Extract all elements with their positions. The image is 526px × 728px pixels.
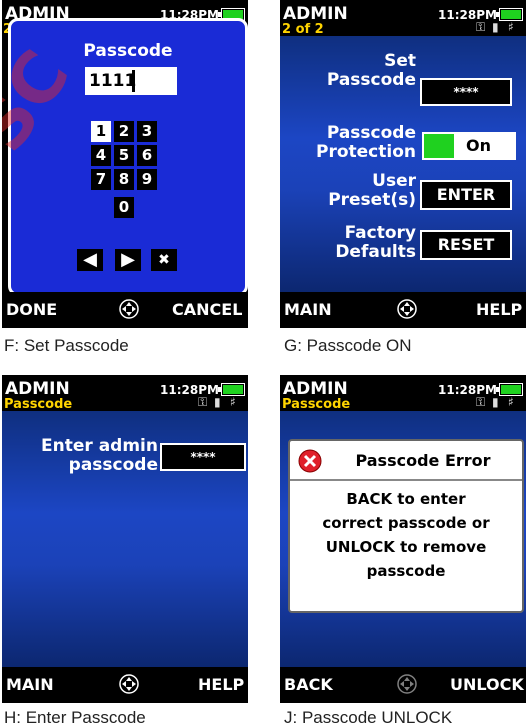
key-8[interactable]: 8 — [114, 169, 134, 190]
caption-g: G: Passcode ON — [284, 336, 412, 355]
app-title: ADMIN — [5, 379, 70, 399]
passcode-entry-field[interactable]: 1111 — [85, 67, 177, 95]
key-icon: ⚿ — [476, 395, 486, 409]
sd-card-icon: ▮ — [214, 395, 221, 409]
sound-icon: ♯ — [230, 395, 236, 409]
panel-passcode-unlock: ADMIN 11:28PM Passcode ⚿ ▮ ♯ Passcode Er… — [280, 375, 526, 703]
sound-icon: ♯ — [508, 20, 514, 34]
key-7[interactable]: 7 — [91, 169, 111, 190]
key-9[interactable]: 9 — [137, 169, 157, 190]
back-softkey[interactable]: BACK — [284, 675, 333, 694]
page-subtitle: Passcode — [4, 397, 73, 412]
key-5[interactable]: 5 — [114, 145, 134, 166]
help-softkey[interactable]: HELP — [476, 300, 522, 319]
sound-icon: ♯ — [508, 395, 514, 409]
navigation-pad-icon[interactable] — [118, 673, 140, 695]
set-passcode-field[interactable]: **** — [420, 78, 512, 106]
panel-enter-passcode: ADMIN 11:28PM Passcode ⚿ ▮ ♯ Enter admin… — [2, 375, 248, 703]
footer-bar: MAIN HELP — [2, 667, 248, 703]
panel-set-passcode: ADMIN 11:28PM 2 Passcode 1111 1 2 3 4 5 … — [2, 0, 248, 328]
error-title: Passcode Error — [355, 451, 491, 470]
clock: 11:28PM — [438, 8, 497, 22]
factory-defaults-label: Factory Defaults — [335, 223, 416, 262]
enter-passcode-prompt: Enter admin passcode — [41, 436, 158, 475]
user-presets-label: User Preset(s) — [328, 171, 416, 210]
help-softkey[interactable]: HELP — [198, 675, 244, 694]
admin-passcode-field[interactable]: **** — [160, 443, 246, 471]
page-subtitle: Passcode — [282, 397, 351, 412]
error-icon — [298, 449, 322, 473]
panel-passcode-on: ADMIN 11:28PM 2 of 2 ⚿ ▮ ♯ Set Passcode … — [280, 0, 526, 328]
key-2[interactable]: 2 — [114, 121, 134, 142]
done-softkey[interactable]: DONE — [6, 300, 57, 319]
navigation-pad-icon[interactable] — [118, 298, 140, 320]
set-passcode-label: Set Passcode — [326, 51, 416, 90]
cancel-softkey[interactable]: CANCEL — [172, 300, 242, 319]
app-title: ADMIN — [283, 4, 348, 24]
page-subtitle: 2 of 2 — [282, 22, 324, 37]
key-4[interactable]: 4 — [91, 145, 111, 166]
caption-f: F: Set Passcode — [4, 336, 129, 355]
key-6[interactable]: 6 — [137, 145, 157, 166]
backspace-icon[interactable]: ✖ — [151, 249, 177, 271]
error-divider — [290, 479, 522, 481]
key-3[interactable]: 3 — [137, 121, 157, 142]
navigation-pad-icon[interactable] — [396, 298, 418, 320]
enter-presets-button[interactable]: ENTER — [420, 180, 512, 210]
clock: 11:28PM — [438, 383, 497, 397]
passcode-protection-toggle[interactable]: On — [422, 132, 516, 160]
entry-value: 1111 — [89, 71, 137, 91]
app-title: ADMIN — [283, 379, 348, 399]
key-icon: ⚿ — [198, 395, 208, 409]
main-softkey[interactable]: MAIN — [284, 300, 332, 319]
key-1[interactable]: 1 — [91, 121, 111, 142]
key-icon: ⚿ — [476, 20, 486, 34]
main-softkey[interactable]: MAIN — [6, 675, 54, 694]
footer-bar: MAIN HELP — [280, 292, 526, 328]
error-dialog: Passcode Error BACK to enter correct pas… — [288, 439, 524, 613]
toggle-on-indicator — [424, 134, 454, 158]
clock: 11:28PM — [160, 383, 219, 397]
footer-bar: DONE CANCEL — [2, 292, 248, 328]
caption-j: J: Passcode UNLOCK — [284, 708, 453, 727]
sd-card-icon: ▮ — [492, 395, 499, 409]
toggle-value: On — [466, 136, 491, 155]
caption-h: H: Enter Passcode — [4, 708, 146, 727]
error-message: BACK to enter correct passcode or UNLOCK… — [322, 490, 490, 580]
right-arrow-icon[interactable]: ▶ — [115, 249, 141, 271]
footer-bar: BACK UNLOCK — [280, 667, 526, 703]
unlock-softkey[interactable]: UNLOCK — [450, 675, 524, 694]
passcode-protection-label: Passcode Protection — [316, 123, 416, 162]
reset-defaults-button[interactable]: RESET — [420, 230, 512, 260]
left-arrow-icon[interactable]: ◀ — [77, 249, 103, 271]
navigation-pad-icon[interactable] — [396, 673, 418, 695]
text-cursor — [132, 70, 135, 92]
sd-card-icon: ▮ — [492, 20, 499, 34]
key-0[interactable]: 0 — [114, 197, 134, 218]
